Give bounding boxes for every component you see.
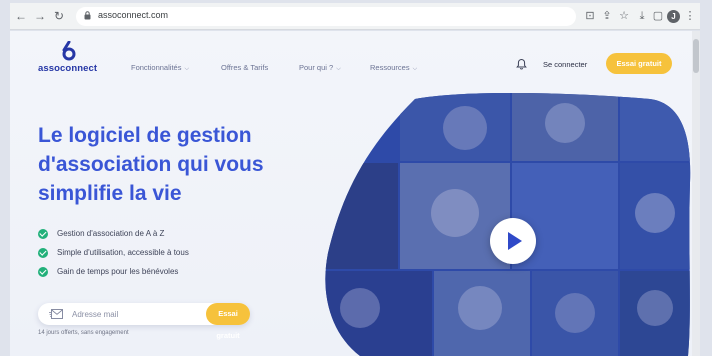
nav-fonctionnalites[interactable]: Fonctionnalités ⌵ <box>131 63 189 73</box>
bookmark-star-icon[interactable]: ☆ <box>617 9 631 23</box>
reload-icon[interactable]: ↻ <box>52 9 66 23</box>
sidebar-panel-icon[interactable]: ▢ <box>651 9 665 23</box>
chevron-down-icon: ⌵ <box>336 66 341 72</box>
assoconnect-logo-icon <box>62 41 76 61</box>
nav-label: Ressources <box>370 63 410 72</box>
logo-wordmark: assoconnect <box>38 63 98 74</box>
bell-icon[interactable] <box>516 58 527 70</box>
nav-ressources[interactable]: Ressources ⌵ <box>370 63 417 73</box>
nav-offres-tarifs[interactable]: Offres & Tarifs <box>221 63 268 72</box>
nav-label: Offres & Tarifs <box>221 63 269 72</box>
more-menu-icon[interactable]: ⋮ <box>683 9 697 23</box>
mail-send-icon <box>49 309 63 319</box>
profile-avatar[interactable]: J <box>667 10 680 23</box>
back-arrow-icon[interactable]: ← <box>14 9 28 23</box>
nav-label: Pour qui ? <box>299 63 334 72</box>
browser-toolbar: ← → ↻ assoconnect.com ⊡ ⇪ ☆ ⤓ ▢ J ⋮ <box>10 3 700 30</box>
download-icon[interactable]: ⤓ <box>635 9 649 23</box>
feature-text: Gain de temps pour les bénévoles <box>57 267 179 276</box>
login-link[interactable]: Se connecter <box>543 60 587 69</box>
trial-note: 14 jours offerts, sans engagement <box>38 330 129 336</box>
header-free-trial-button[interactable]: Essai gratuit <box>606 53 672 74</box>
check-circle-icon <box>38 247 48 258</box>
nav-label: Fonctionnalités <box>131 63 182 72</box>
chevron-down-icon: ⌵ <box>412 66 418 72</box>
email-signup-form: Essai gratuit <box>38 303 250 340</box>
page-scrollbar[interactable] <box>692 31 700 356</box>
check-circle-icon <box>38 228 48 239</box>
nav-pour-qui[interactable]: Pour qui ? ⌵ <box>299 63 341 73</box>
share-icon[interactable]: ⇪ <box>600 9 614 23</box>
email-input[interactable] <box>72 306 202 322</box>
scrollbar-thumb[interactable] <box>693 39 699 73</box>
feature-list: Gestion d'association de A à Z Simple d'… <box>38 224 189 281</box>
feature-item: Gestion d'association de A à Z <box>38 224 189 243</box>
photo-tile <box>620 93 691 161</box>
hero-free-trial-button[interactable]: Essai gratuit <box>206 303 250 340</box>
chevron-down-icon: ⌵ <box>184 66 190 72</box>
site-logo[interactable]: assoconnect <box>38 41 98 77</box>
google-lens-icon[interactable]: ⊡ <box>583 9 597 23</box>
feature-text: Gestion d'association de A à Z <box>57 229 165 238</box>
address-bar[interactable]: assoconnect.com <box>76 7 576 26</box>
hero-title: Le logiciel de gestion d'association qui… <box>38 124 264 205</box>
photo-tile <box>325 163 398 269</box>
play-video-button[interactable] <box>490 218 536 264</box>
feature-text: Simple d'utilisation, accessible à tous <box>57 248 189 257</box>
forward-arrow-icon[interactable]: → <box>33 9 47 23</box>
lock-icon <box>84 11 91 20</box>
feature-item: Gain de temps pour les bénévoles <box>38 262 189 281</box>
check-circle-icon <box>38 266 48 277</box>
url-text: assoconnect.com <box>98 10 169 20</box>
feature-item: Simple d'utilisation, accessible à tous <box>38 243 189 262</box>
